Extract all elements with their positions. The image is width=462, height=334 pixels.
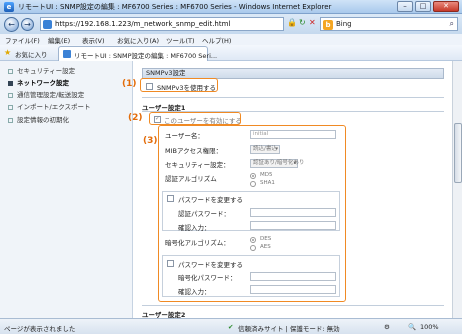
tab-page-icon (63, 50, 71, 58)
bullet-icon (8, 68, 13, 74)
sidebar: セキュリティー設定 ネットワーク設定 通信管理設定/転送設定 インポート/エクス… (0, 61, 133, 318)
status-bar: ページが表示されました ✔ 信頼済みサイト | 保護モード: 無効 ⚙ 🔍 10… (0, 318, 462, 334)
window-title: リモートUI : SNMP設定の編集 : MF6700 Series : MF6… (18, 3, 332, 11)
browser-tab[interactable]: リモートUI : SNMP設定の編集 : MF6700 Seri... (58, 46, 217, 61)
sidebar-item-security[interactable]: セキュリティー設定 (8, 65, 75, 75)
close-button[interactable]: ✕ (433, 1, 459, 12)
bullet-icon (8, 104, 13, 110)
status-text: ページが表示されました (4, 325, 76, 333)
address-bar: ← → https://192.168.1.223/m_network_snmp… (0, 14, 462, 34)
sidebar-item-label: インポート/エクスポート (17, 103, 91, 111)
favorites-star-icon[interactable]: ★ (4, 48, 11, 57)
bullet-icon (8, 80, 13, 86)
back-button[interactable]: ← (4, 17, 19, 32)
scrollbar-thumb[interactable] (454, 123, 462, 183)
zoom-search-icon[interactable]: 🔍 (408, 323, 416, 331)
menu-view[interactable]: 表示(V) (82, 35, 105, 45)
menu-bar: ファイル(F) 編集(E) 表示(V) お気に入り(A) ツール(T) ヘルプ(… (0, 34, 462, 45)
search-input[interactable]: b Bing ⌕ (320, 17, 458, 31)
sidebar-item-label: 設定情報の初期化 (17, 116, 69, 124)
divider (142, 305, 444, 306)
stop-icon[interactable]: ✕ (309, 18, 316, 27)
window-titlebar: e リモートUI : SNMP設定の編集 : MF6700 Series : M… (0, 0, 462, 14)
search-engine-label: Bing (336, 20, 352, 28)
callout-frame-3 (158, 125, 346, 302)
url-text: https://192.168.1.223/m_network_snmp_edi… (55, 20, 231, 28)
vertical-scrollbar[interactable] (452, 61, 462, 318)
sidebar-item-network[interactable]: ネットワーク設定 (8, 77, 69, 87)
page-content: セキュリティー設定 ネットワーク設定 通信管理設定/転送設定 インポート/エクス… (0, 61, 452, 318)
ie-logo-icon: e (4, 2, 14, 12)
search-icon[interactable]: ⌕ (450, 19, 454, 29)
menu-help[interactable]: ヘルプ(H) (202, 35, 231, 45)
menu-file[interactable]: ファイル(F) (5, 35, 40, 45)
favorites-label[interactable]: お気に入り (15, 49, 48, 59)
sidebar-item-comm[interactable]: 通信管理設定/転送設定 (8, 89, 84, 99)
sidebar-item-import[interactable]: インポート/エクスポート (8, 101, 91, 111)
url-input[interactable]: https://192.168.1.223/m_network_snmp_edi… (40, 17, 284, 31)
minimize-button[interactable]: – (397, 1, 413, 12)
zoom-level[interactable]: 100% (420, 323, 439, 331)
trusted-check-icon: ✔ (228, 323, 234, 331)
sidebar-item-label: ネットワーク設定 (17, 79, 69, 87)
divider (142, 97, 444, 98)
callout-3: (3) (143, 136, 158, 146)
security-zone[interactable]: 信頼済みサイト | 保護モード: 無効 (238, 323, 340, 333)
refresh-icon[interactable]: ↻ (299, 18, 306, 27)
zoom-gear-icon[interactable]: ⚙ (384, 323, 390, 331)
favorites-bar: ★ お気に入り リモートUI : SNMP設定の編集 : MF6700 Seri… (0, 45, 462, 61)
maximize-button[interactable]: □ (415, 1, 431, 12)
bullet-icon (8, 117, 13, 123)
bing-icon: b (323, 20, 333, 30)
callout-2: (2) (128, 113, 143, 123)
menu-tools[interactable]: ツール(T) (166, 35, 195, 45)
tab-title: リモートUI : SNMP設定の編集 : MF6700 Seri... (74, 52, 218, 60)
lock-icon[interactable]: 🔒 (287, 18, 297, 27)
forward-button[interactable]: → (21, 18, 34, 31)
sidebar-item-label: 通信管理設定/転送設定 (17, 91, 85, 99)
menu-favorites[interactable]: お気に入り(A) (117, 35, 159, 45)
sidebar-item-label: セキュリティー設定 (17, 67, 76, 75)
callout-frame-1 (140, 78, 218, 92)
sidebar-item-reset[interactable]: 設定情報の初期化 (8, 114, 69, 124)
user2-section-head: ユーザー設定2 (142, 311, 186, 318)
menu-edit[interactable]: 編集(E) (48, 35, 70, 45)
bullet-icon (8, 92, 13, 98)
callout-1: (1) (122, 79, 137, 89)
callout-frame-2 (149, 112, 241, 125)
page-icon (43, 20, 52, 29)
